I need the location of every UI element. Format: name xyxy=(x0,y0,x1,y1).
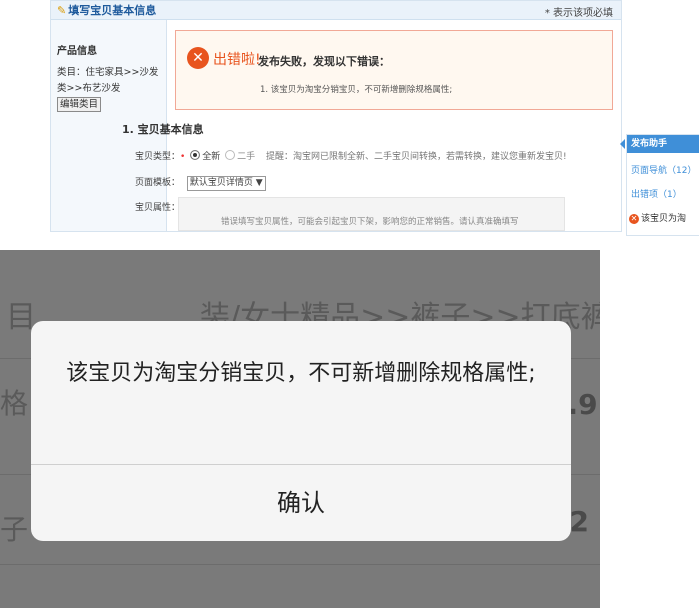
category-text: 类目：住宅家具>>沙发类>>布艺沙发 xyxy=(57,67,159,94)
error-oops-text: 出错啦! xyxy=(213,52,261,68)
form-header: ✎ 填写宝贝基本信息 * 表示该项必填 xyxy=(51,1,621,20)
radio-new[interactable] xyxy=(190,150,201,160)
x-circle-icon: ✕ xyxy=(629,214,639,224)
section-title: 1. 宝贝基本信息 xyxy=(122,123,204,136)
desktop-publish-form: ✎ 填写宝贝基本信息 * 表示该项必填 产品信息 类目：住宅家具>>沙发类>>布艺… xyxy=(0,0,699,236)
radio-used-label: 二手 xyxy=(237,152,256,162)
category-path: 类目：住宅家具>>沙发类>>布艺沙发 编辑类目 xyxy=(57,65,165,113)
bg-text: 格 xyxy=(0,387,29,420)
helper-title: 发布助手 xyxy=(627,135,699,153)
item-type-label: 宝贝类型： xyxy=(135,152,181,162)
radio-new-label: 全新 xyxy=(202,152,221,162)
helper-error-item[interactable]: ✕ 该宝贝为淘 xyxy=(629,211,686,224)
helper-nav-link[interactable]: 页面导航（12） xyxy=(631,163,696,176)
error-title: 发布失败，发现以下错误： xyxy=(258,55,390,68)
bg-text: 子 xyxy=(0,513,29,546)
required-note: * 表示该项必填 xyxy=(544,8,613,19)
radio-used[interactable] xyxy=(225,150,236,160)
item-attr-label: 宝贝属性： xyxy=(135,203,181,213)
item-type-hint: 提醒：淘宝网已限制全新、二手宝贝间转换，若需转换，建议您重新发宝贝! xyxy=(265,152,567,162)
item-attr-row: 宝贝属性： xyxy=(135,200,180,213)
helper-collapse-arrow-icon[interactable] xyxy=(620,139,625,149)
error-detail: 1. 该宝贝为淘宝分销宝贝，不可新增删除规格属性; xyxy=(260,85,453,95)
x-circle-icon: ✕ xyxy=(187,47,209,69)
product-info-label: 产品信息 xyxy=(57,46,97,57)
page-template-select[interactable]: 默认宝贝详情页 ▼ xyxy=(186,176,266,191)
item-type-row: 宝贝类型：• 全新 二手 提醒：淘宝网已限制全新、二手宝贝间转换，若需转换，建议… xyxy=(135,150,567,162)
confirm-button[interactable]: 确认 xyxy=(31,465,571,541)
edit-category-button[interactable]: 编辑类目 xyxy=(57,97,102,112)
mobile-screen: 目 装/女士精品>>裤子>>打底裤 格 9.9 子 82 该宝贝为淘宝分销宝贝，… xyxy=(0,250,699,608)
publish-helper-panel: 发布助手 页面导航（12） 出错项（1） ✕ 该宝贝为淘 xyxy=(626,134,699,236)
alert-message: 该宝贝为淘宝分销宝贝，不可新增删除规格属性; xyxy=(66,361,536,386)
divider xyxy=(0,564,600,565)
alert-dialog: 该宝贝为淘宝分销宝贝，不可新增删除规格属性; 确认 xyxy=(31,321,571,541)
item-attr-box: 错误填写宝贝属性，可能会引起宝贝下架，影响您的正常销售。请认真准确填写 xyxy=(178,197,565,231)
helper-error-link[interactable]: 出错项（1） xyxy=(631,187,682,200)
pencil-icon: ✎ xyxy=(57,4,67,17)
page-template-label: 页面模板： xyxy=(135,178,181,188)
form-header-title: ✎ 填写宝贝基本信息 xyxy=(57,4,157,17)
item-attr-hint: 错误填写宝贝属性，可能会引起宝贝下架，影响您的正常销售。请认真准确填写 xyxy=(221,217,519,227)
error-panel: ✕ 出错啦! 发布失败，发现以下错误： 1. 该宝贝为淘宝分销宝贝，不可新增删除… xyxy=(175,30,613,110)
page-template-row: 页面模板： 默认宝贝详情页 ▼ xyxy=(135,175,266,191)
